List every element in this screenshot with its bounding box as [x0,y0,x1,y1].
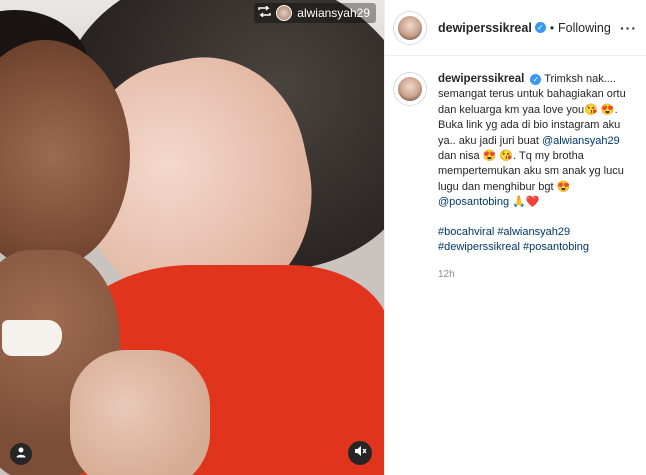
hashtags-line-1[interactable]: #bocahviral #alwiansyah29 [438,225,634,240]
red-heart-emoji-icon: ❤️ [525,196,540,209]
repost-icon [258,5,271,20]
hashtags-line-2[interactable]: #dewiperssikreal #posantobing [438,240,634,255]
verified-badge-icon: ✓ [534,22,546,33]
video-hand [70,350,210,475]
following-button[interactable]: Following [558,21,611,35]
repost-avatar [276,5,293,21]
tagged-user-button[interactable] [10,443,32,465]
heart-eyes-emoji-icon: 😍 [482,150,497,163]
caption-avatar[interactable] [393,72,427,106]
post-header: dewiperssikreal ✓ • Following ··· [385,0,646,56]
repost-username[interactable]: alwiansyah29 [297,6,370,20]
instagram-post-modal: alwiansyah29 dewiperssikreal ✓ • Followi… [0,0,646,475]
volume-mute-icon [354,444,367,462]
mention-alwiansyah29[interactable]: @alwiansyah29 [542,135,620,147]
caption-body: dewiperssikreal ✓ Trimksh nak.... semang… [438,72,634,283]
header-username[interactable]: dewiperssikreal [438,21,532,35]
header-avatar[interactable] [393,10,427,45]
avatar-image [398,77,422,101]
separator-dot: • [549,20,555,35]
wink-kiss-emoji-icon: 😘 [499,150,514,163]
hashtags: #bocahviral #alwiansyah29 #dewiperssikre… [438,225,634,256]
verified-badge-icon: ✓ [530,73,542,85]
heart-eyes-emoji-icon: 😍 [556,180,571,193]
post-time: 12h [438,269,455,281]
mute-button[interactable] [348,441,372,465]
wink-kiss-emoji-icon: 😘 [584,103,598,116]
more-options-icon[interactable]: ··· [620,20,637,36]
mention-posantobing[interactable]: @posantobing [438,196,509,208]
praying-hands-emoji-icon: 🙏 [512,196,526,209]
caption-username[interactable]: dewiperssikreal [438,73,524,85]
post-side-panel: dewiperssikreal ✓ • Following ··· dewipe… [384,0,646,475]
heart-eyes-emoji-icon: 😍 [600,103,615,116]
repost-tag[interactable]: alwiansyah29 [254,3,376,23]
post-caption: dewiperssikreal ✓ Trimksh nak.... semang… [385,56,646,283]
video-boy-smile [2,320,62,356]
post-video[interactable]: alwiansyah29 [0,0,384,475]
avatar-image [398,15,422,40]
user-icon [15,445,27,463]
caption-text-3: dan nisa [438,150,480,163]
